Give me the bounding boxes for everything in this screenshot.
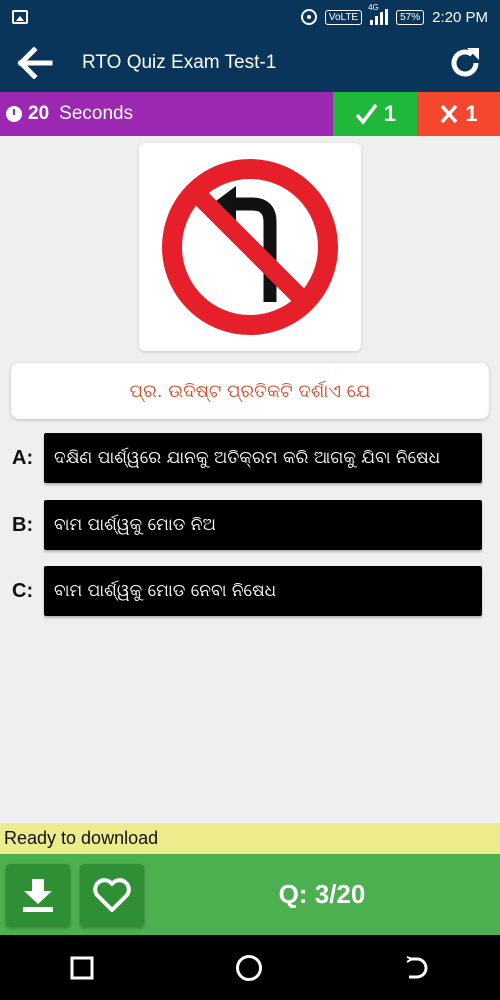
timer-seconds: 20: [28, 103, 50, 124]
signal-icon: 4G: [368, 3, 389, 25]
refresh-icon: [451, 48, 479, 77]
download-icon: [23, 878, 53, 912]
timer-icon: [6, 106, 22, 122]
recents-square-icon[interactable]: [70, 956, 94, 980]
status-indicators: VoLTE 4G 57% 2:20 PM: [300, 3, 488, 26]
option-letter: C:: [12, 579, 34, 602]
heart-icon: [93, 877, 131, 912]
status-bar: VoLTE 4G 57% 2:20 PM: [0, 0, 500, 34]
option-c-button[interactable]: ବାମ ପାର୍ଶ୍ୱକୁ ମୋଡ ନେବା ନିଷେଧ: [44, 566, 482, 616]
home-circle-icon[interactable]: [235, 954, 263, 982]
check-icon: [355, 103, 378, 125]
wrong-count: 1: [417, 92, 500, 136]
bottom-bar: Q: 3/20: [0, 854, 500, 935]
download-status: Ready to download: [0, 823, 500, 854]
correct-count: 1: [333, 92, 417, 136]
refresh-button[interactable]: [430, 34, 500, 92]
timer: 20 Seconds: [0, 92, 333, 136]
question-counter: Q: 3/20: [278, 879, 366, 909]
question-text: ପ୍ର. ଉଦିଷ୍ଟ ପ୍ରତିକଟି ଦର୍ଶାଏ ଯେ: [11, 363, 489, 419]
system-nav-bar: [0, 935, 500, 1000]
favorite-button[interactable]: [80, 863, 144, 926]
option-b: B: ବାମ ପାର୍ଶ୍ୱକୁ ମୋଡ ନିଅ: [12, 500, 482, 550]
option-a-button[interactable]: ଦକ୍ଷିଣ ପାର୍ଶ୍ୱରେ ଯାନକୁ ଅତିକ୍ରମ କରି ଆଗକୁ …: [44, 433, 482, 483]
back-button[interactable]: [0, 34, 70, 92]
gallery-icon: [12, 10, 28, 24]
option-a: A: ଦକ୍ଷିଣ ପାର୍ଶ୍ୱରେ ଯାନକୁ ଅତିକ୍ରମ କରି ଆଗ…: [12, 433, 482, 483]
option-b-button[interactable]: ବାମ ପାର୍ଶ୍ୱକୁ ମୋଡ ନିଅ: [44, 500, 482, 550]
no-left-turn-sign-icon: [162, 159, 338, 335]
option-letter: B:: [12, 513, 34, 536]
volte-badge: VoLTE: [324, 9, 363, 25]
arrow-left-icon: [17, 47, 53, 79]
option-c: C: ବାମ ପାର୍ଶ୍ୱକୁ ମୋଡ ନେବା ନିଷେଧ: [12, 566, 482, 616]
timer-seconds-label: Seconds: [59, 103, 134, 124]
page-title: RTO Quiz Exam Test-1: [82, 52, 277, 73]
back-arc-icon[interactable]: [404, 955, 430, 981]
score-bar: 20 Seconds 1 1: [0, 92, 500, 136]
network-type: 4G: [368, 3, 379, 12]
question-image: [139, 143, 361, 351]
battery-indicator: 57%: [396, 9, 425, 25]
app-bar: RTO Quiz Exam Test-1: [0, 34, 500, 92]
option-letter: A:: [12, 446, 34, 469]
correct-value: 1: [383, 101, 397, 126]
cross-icon: [441, 104, 458, 124]
download-button[interactable]: [6, 863, 70, 926]
wrong-value: 1: [465, 101, 478, 126]
hotspot-icon: [300, 9, 317, 25]
clock-time: 2:20 PM: [432, 8, 488, 26]
